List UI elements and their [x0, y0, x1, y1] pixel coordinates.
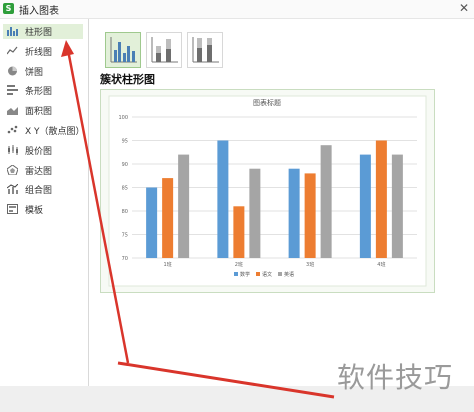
legend-swatch [256, 272, 260, 276]
sidebar-item-label: 组合图 [25, 186, 53, 196]
line-chart-icon [7, 46, 18, 55]
clustered-column-chart: 图表标题 70 75 80 85 90 95 100 1班 2班 3班 4班 数学 语文 英语 [108, 95, 427, 287]
x-tick-label: 2班 [235, 261, 243, 268]
x-tick-label: 3班 [306, 261, 314, 268]
stock-chart-icon [8, 145, 18, 155]
chart-options-panel: 簇状柱形图 图表标题 70 75 80 85 90 95 100 1班 2班 3班 4班 数学 语文… [89, 19, 474, 386]
x-tick-label: 1班 [164, 261, 172, 268]
chart-type-sidebar: 柱形图 折线图 饼图 条形图 面积图 X Y（散点图） 股价图 雷达图 组合图 … [0, 19, 89, 386]
sidebar-item-bar[interactable]: 条形图 [3, 83, 83, 98]
sidebar-item-line[interactable]: 折线图 [3, 44, 83, 59]
column-chart-icon [7, 27, 18, 36]
sidebar-item-label: 折线图 [25, 48, 53, 58]
bar-0-2 [178, 154, 190, 258]
sidebar-item-scatter[interactable]: X Y（散点图） [3, 123, 85, 138]
window-title: 插入图表 [19, 6, 59, 17]
sidebar-item-pie[interactable]: 饼图 [3, 64, 83, 79]
legend-swatch [234, 272, 238, 276]
stacked-column-icon [151, 37, 178, 63]
y-tick-label: 95 [122, 139, 128, 145]
sidebar-item-template[interactable]: 模板 [3, 202, 83, 217]
close-icon[interactable]: ✕ [459, 1, 469, 15]
bar-3-2 [391, 154, 403, 258]
y-tick-label: 75 [122, 233, 128, 239]
bar-2-1 [304, 173, 316, 258]
sidebar-item-label: 雷达图 [25, 167, 53, 177]
legend-label: 数学 [240, 271, 250, 278]
sidebar-item-label: 模板 [25, 206, 44, 216]
legend-swatch [278, 272, 282, 276]
sidebar-item-area[interactable]: 面积图 [3, 103, 83, 118]
sidebar-item-radar[interactable]: 雷达图 [3, 163, 83, 178]
bar-3-0 [359, 154, 371, 258]
legend-label: 语文 [262, 271, 272, 278]
x-tick-label: 4班 [377, 261, 385, 268]
y-tick-label: 100 [118, 115, 128, 121]
bar-chart-icon [7, 85, 18, 95]
percent-stacked-column-icon [192, 37, 219, 63]
chart-title: 图表标题 [253, 98, 281, 107]
subtype-clustered-column[interactable] [105, 32, 141, 68]
bar-2-2 [320, 145, 332, 258]
sidebar-item-stock[interactable]: 股价图 [3, 143, 83, 158]
sidebar-item-label: 股价图 [25, 147, 53, 157]
watermark-text: 软件技巧 [337, 361, 454, 394]
y-tick-label: 85 [122, 186, 128, 192]
clustered-column-icon [110, 37, 137, 63]
scatter-chart-icon [7, 125, 18, 134]
sidebar-item-label: 饼图 [25, 68, 44, 78]
sidebar-item-combo[interactable]: 组合图 [3, 182, 83, 197]
sidebar-item-label: 条形图 [25, 87, 53, 97]
bar-0-0 [146, 187, 158, 258]
sidebar-item-label: 面积图 [25, 107, 53, 117]
subtype-stacked-column[interactable] [146, 32, 182, 68]
radar-chart-icon [7, 165, 18, 175]
sidebar-item-label: 柱形图 [25, 28, 53, 38]
bar-0-1 [162, 178, 174, 258]
bar-1-2 [249, 168, 261, 258]
bar-1-1 [233, 206, 245, 258]
wps-app-icon: S [3, 3, 14, 14]
y-tick-label: 80 [122, 209, 128, 215]
chart-subtype-title: 簇状柱形图 [100, 73, 155, 86]
y-tick-label: 70 [122, 256, 128, 262]
combo-chart-icon [7, 184, 18, 194]
sidebar-item-column[interactable]: 柱形图 [3, 24, 83, 39]
pie-chart-icon [8, 66, 17, 76]
bar-2-0 [288, 168, 300, 258]
bar-3-1 [375, 140, 387, 258]
sidebar-item-label: X Y（散点图） [25, 127, 85, 137]
subtype-percent-stacked-column[interactable] [187, 32, 223, 68]
y-tick-label: 90 [122, 162, 128, 168]
title-bar: S 插入图表 ✕ [0, 0, 474, 19]
template-icon [7, 204, 18, 214]
legend-label: 英语 [284, 271, 294, 278]
area-chart-icon [7, 107, 18, 115]
bar-1-0 [217, 140, 229, 258]
chart-preview[interactable]: 图表标题 70 75 80 85 90 95 100 1班 2班 3班 4班 数学 语文 英语 [100, 89, 435, 293]
